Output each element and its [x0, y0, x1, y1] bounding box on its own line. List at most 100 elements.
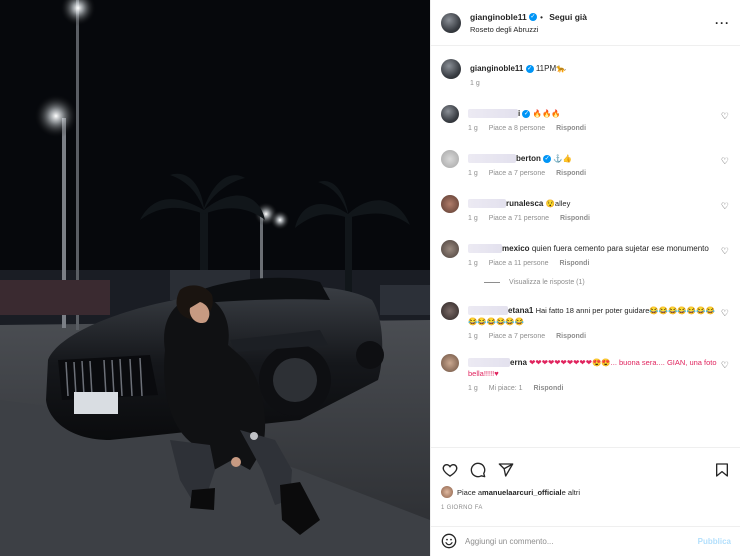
commenter-avatar[interactable]: [441, 105, 459, 123]
view-replies-label: Visualizza le risposte (1): [509, 279, 585, 286]
comment-body: runalesca 😯alley 1 g Piace a 71 persone …: [468, 195, 731, 222]
commenter-avatar[interactable]: [441, 150, 459, 168]
caption-age: 1 g: [470, 80, 480, 87]
comment-age: 1 g: [468, 170, 478, 177]
comment-meta: 1 g Piace a 7 persone Rispondi: [468, 170, 717, 177]
list-item: erna ❤❤❤❤❤❤❤❤❤❤😍😍... buona sera.... GIAN…: [441, 354, 731, 392]
caption-body: gianginoble11 ✓ 11PM🐆 1 g: [470, 59, 731, 87]
reply-button[interactable]: Rispondi: [534, 385, 564, 392]
comment-age: 1 g: [468, 260, 478, 267]
commenter-avatar[interactable]: [441, 302, 459, 320]
commenter-avatar[interactable]: [441, 240, 459, 258]
list-item: i ✓ 🔥🔥🔥 1 g Piace a 8 persone Rispondi ♡: [441, 105, 731, 132]
post-photo: [0, 0, 430, 556]
comment-likes[interactable]: Piace a 7 persone: [489, 170, 545, 177]
caption-row: gianginoble11 ✓ 11PM🐆 1 g: [441, 59, 731, 87]
post-header: gianginoble11 ✓ • Segui già Roseto degli…: [431, 0, 740, 46]
author-avatar[interactable]: [441, 12, 461, 33]
list-item: berton ✓ ⚓👍 1 g Piace a 7 persone Rispon…: [441, 150, 731, 177]
comment-heart-icon[interactable]: ♡: [721, 246, 729, 257]
redacted-username: [468, 199, 506, 209]
comment-heart-icon[interactable]: ♡: [721, 360, 729, 371]
comment-heart-icon[interactable]: ♡: [721, 111, 729, 122]
redacted-username: [468, 358, 510, 368]
comment-text: ⚓👍: [553, 154, 573, 163]
action-bar: [431, 448, 740, 482]
heart-icon[interactable]: [441, 461, 459, 479]
list-item: mexico quien fuera cemento para sujetar …: [441, 240, 731, 267]
comment-meta: 1 g Mi piace: 1 Rispondi: [468, 385, 717, 392]
night-car-photo: [0, 0, 430, 556]
comment-likes[interactable]: Piace a 71 persone: [489, 215, 549, 222]
liked-by-user[interactable]: manuelaarcuri_official: [482, 488, 562, 497]
comment-username[interactable]: berton: [516, 154, 541, 163]
commenter-avatar[interactable]: [441, 354, 459, 372]
redacted-username: [468, 154, 516, 164]
comment-age: 1 g: [468, 125, 478, 132]
liked-by-avatar[interactable]: [441, 486, 453, 498]
post-modal: gianginoble11 ✓ • Segui già Roseto degli…: [0, 0, 740, 556]
reply-button[interactable]: Rispondi: [559, 260, 589, 267]
comment-text: 🔥🔥🔥: [532, 109, 561, 118]
separator-dot: •: [540, 12, 543, 22]
post-date[interactable]: 1 GIORNO FA: [431, 498, 740, 511]
redacted-username: [468, 109, 518, 119]
caption-username[interactable]: gianginoble11: [470, 64, 523, 73]
verified-badge-icon: ✓: [525, 64, 534, 73]
comment-heart-icon[interactable]: ♡: [721, 308, 729, 319]
comment-heart-icon[interactable]: ♡: [721, 201, 729, 212]
comment-meta: 1 g Piace a 7 persone Rispondi: [468, 333, 717, 340]
comment-body: mexico quien fuera cemento para sujetar …: [468, 240, 731, 267]
comment-body: berton ✓ ⚓👍 1 g Piace a 7 persone Rispon…: [468, 150, 731, 177]
caption-text: 11PM🐆: [535, 64, 567, 73]
share-icon[interactable]: [497, 461, 515, 479]
comment-age: 1 g: [468, 215, 478, 222]
comment-age: 1 g: [468, 333, 478, 340]
reply-button[interactable]: Rispondi: [556, 170, 586, 177]
replies-divider: [484, 282, 500, 283]
commenter-avatar[interactable]: [441, 195, 459, 213]
comments-list: gianginoble11 ✓ 11PM🐆 1 g i ✓ 🔥🔥🔥 1 g Pi…: [431, 47, 740, 447]
more-options-icon[interactable]: ···: [715, 16, 730, 30]
comment-heart-icon[interactable]: ♡: [721, 156, 729, 167]
liked-by-prefix: Piace a: [457, 487, 483, 497]
redacted-username: [468, 306, 508, 316]
comment-likes[interactable]: Piace a 11 persone: [489, 260, 549, 267]
comment-username[interactable]: i: [518, 109, 520, 118]
follow-button[interactable]: Segui già: [549, 12, 587, 22]
comment-username[interactable]: erna: [510, 358, 527, 367]
comment-likes[interactable]: Piace a 7 persone: [489, 333, 545, 340]
comment-text: quien fuera cemento para sujetar ese mon…: [531, 244, 709, 253]
author-meta: gianginoble11 ✓ • Segui già Roseto degli…: [470, 12, 715, 34]
comment-input[interactable]: [465, 537, 698, 546]
liked-by: Piace a manuelaarcuri_official e altri: [431, 482, 740, 498]
publish-button[interactable]: Pubblica: [698, 537, 731, 546]
author-username[interactable]: gianginoble11: [470, 12, 527, 22]
emoji-icon[interactable]: [441, 533, 457, 551]
comment-likes[interactable]: Mi piace: 1: [489, 385, 523, 392]
comment-meta: 1 g Piace a 71 persone Rispondi: [468, 215, 717, 222]
comment-likes[interactable]: Piace a 8 persone: [489, 125, 545, 132]
view-replies-button[interactable]: Visualizza le risposte (1): [484, 279, 731, 286]
comment-body: etana1 Hai fatto 18 anni per poter guida…: [468, 302, 731, 340]
reply-button[interactable]: Rispondi: [556, 125, 586, 132]
bookmark-icon[interactable]: [713, 461, 731, 479]
comment-username[interactable]: etana1: [508, 306, 533, 315]
list-item: etana1 Hai fatto 18 anni per poter guida…: [441, 302, 731, 340]
reply-button[interactable]: Rispondi: [560, 215, 590, 222]
comment-username[interactable]: runalesca: [506, 199, 543, 208]
add-comment-bar: Pubblica: [431, 526, 740, 556]
comment-icon[interactable]: [469, 461, 487, 479]
caption-avatar[interactable]: [441, 59, 461, 79]
verified-badge-icon: ✓: [522, 109, 531, 118]
location-link[interactable]: Roseto degli Abruzzi: [470, 25, 715, 34]
post-sidebar: gianginoble11 ✓ • Segui già Roseto degli…: [430, 0, 740, 556]
comment-body: i ✓ 🔥🔥🔥 1 g Piace a 8 persone Rispondi: [468, 105, 731, 132]
comment-text: 😯alley: [545, 199, 571, 208]
reply-button[interactable]: Rispondi: [556, 333, 586, 340]
comment-username[interactable]: mexico: [502, 244, 530, 253]
comment-age: 1 g: [468, 385, 478, 392]
post-actions: Piace a manuelaarcuri_official e altri 1…: [431, 447, 740, 556]
list-item: runalesca 😯alley 1 g Piace a 71 persone …: [441, 195, 731, 222]
liked-by-suffix[interactable]: e altri: [562, 488, 580, 497]
